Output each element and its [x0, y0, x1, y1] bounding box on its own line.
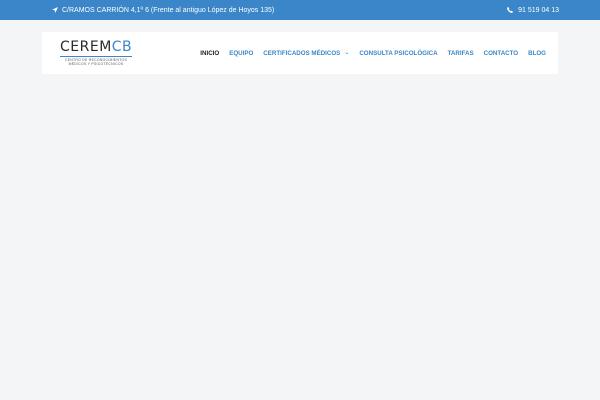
nav-item-blog[interactable]: BLOG [528, 50, 546, 57]
nav-item-equipo[interactable]: EQUIPO [229, 50, 253, 57]
logo-tagline-2: MÉDICOS Y PSICOTÉCNICOS [68, 62, 124, 66]
logo-rule [60, 56, 132, 57]
top-info-bar: C/RAMOS CARRIÓN 4,1º 6 (Frente al antigu… [0, 0, 600, 20]
nav-item-certificados-medicos[interactable]: CERTIFICADOS MÉDICOS ⌄ [263, 50, 349, 57]
phone-number[interactable]: 91 519 04 13 [507, 0, 559, 20]
phone-icon [507, 7, 514, 13]
address-text: C/RAMOS CARRIÓN 4,1º 6 (Frente al antigu… [62, 6, 275, 14]
site-header: CEREMCB CENTRO DE RECONOCIMIENTOS MÉDICO… [42, 32, 558, 74]
logo-wordmark: CEREMCB [60, 39, 133, 55]
location-arrow-icon [52, 7, 58, 13]
address: C/RAMOS CARRIÓN 4,1º 6 (Frente al antigu… [52, 0, 274, 20]
chevron-down-icon: ⌄ [344, 49, 350, 56]
main-nav: INICIO EQUIPO CERTIFICADOS MÉDICOS ⌄ CONS… [200, 32, 546, 74]
site-logo[interactable]: CEREMCB CENTRO DE RECONOCIMIENTOS MÉDICO… [59, 39, 133, 69]
hero-area [0, 74, 600, 400]
nav-item-tarifas[interactable]: TARIFAS [448, 50, 474, 57]
nav-item-consulta-psicologica[interactable]: CONSULTA PSICOLÓGICA [359, 50, 437, 57]
nav-item-inicio[interactable]: INICIO [200, 50, 219, 57]
phone-text[interactable]: 91 519 04 13 [518, 7, 559, 14]
nav-item-contacto[interactable]: CONTACTO [484, 50, 519, 57]
